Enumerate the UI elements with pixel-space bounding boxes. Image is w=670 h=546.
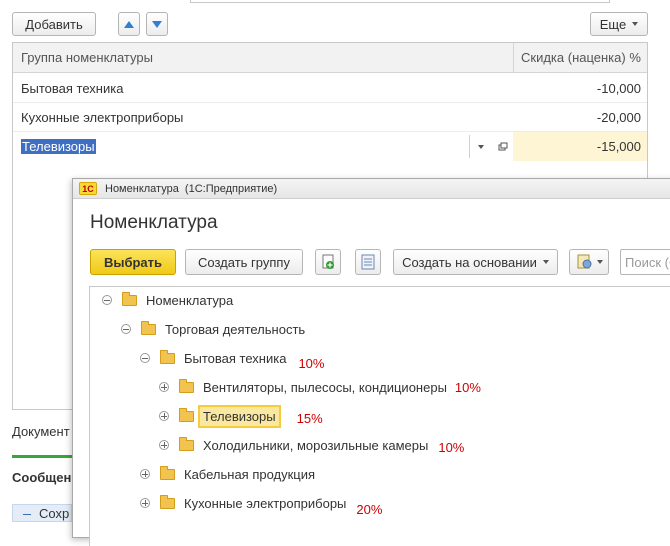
open-form-icon	[498, 142, 508, 151]
copy-add-icon	[322, 254, 334, 269]
tree-node-label: Торговая деятельность	[165, 321, 306, 337]
collapse-icon	[23, 514, 31, 516]
select-button[interactable]: Выбрать	[90, 249, 176, 275]
discount-annotation: 20%	[356, 501, 383, 517]
tree-node-fans[interactable]: Вентиляторы, пылесосы, кондиционеры 10%	[159, 376, 481, 398]
document-label: Документ	[12, 424, 70, 439]
tree-node-label: Вентиляторы, пылесосы, кондиционеры	[203, 379, 447, 395]
message-item[interactable]: Сохр	[12, 504, 72, 522]
collapse-icon[interactable]	[140, 353, 150, 363]
table-row-selected[interactable]: Телевизоры -15,000	[13, 132, 647, 161]
chevron-down-icon	[596, 260, 603, 264]
add-button[interactable]: Добавить	[12, 12, 96, 36]
search-placeholder: Поиск (Ctrl+F)	[625, 255, 670, 270]
dialog-heading: Номенклатура	[90, 212, 218, 233]
open-button[interactable]	[491, 135, 513, 158]
search-input[interactable]: Поиск (Ctrl+F)	[620, 249, 670, 275]
copy-button[interactable]	[315, 249, 341, 275]
table-row[interactable]: Бытовая техника -10,000	[13, 74, 647, 103]
tree-node-label: Кабельная продукция	[184, 466, 316, 482]
cell-discount: -20,000	[596, 110, 641, 125]
dropdown-button[interactable]	[469, 135, 489, 158]
report-icon	[577, 254, 591, 269]
message-item-label: Сохр	[39, 506, 70, 521]
cell-group-name: Кухонные электроприборы	[21, 110, 184, 125]
more-button[interactable]: Еще	[590, 12, 648, 36]
cell-discount: -10,000	[596, 81, 641, 96]
more-button-label: Еще	[599, 16, 627, 32]
discount-annotation: 10%	[454, 379, 481, 395]
tree-node-appliances[interactable]: Бытовая техника 10%	[140, 347, 325, 371]
arrow-up-icon	[124, 20, 134, 28]
tree-node-root[interactable]: Номенклатура	[102, 289, 233, 311]
chevron-down-icon	[632, 22, 639, 26]
messages-divider	[12, 455, 72, 458]
reports-button[interactable]	[569, 249, 609, 275]
nomenclature-dialog: 1С Номенклатура (1С:Предприятие) Номенкл…	[72, 178, 670, 546]
discount-annotation: 15%	[296, 410, 323, 426]
cell-group-name: Бытовая техника	[21, 81, 124, 96]
tree-node-label: Холодильники, морозильные камеры	[203, 437, 429, 453]
move-up-button[interactable]	[118, 12, 140, 36]
tree-node-trade[interactable]: Торговая деятельность	[121, 318, 305, 340]
discount-cell-selected[interactable]: -15,000	[513, 132, 647, 161]
window-title: Номенклатура (1С:Предприятие)	[105, 183, 278, 195]
list-button[interactable]	[355, 249, 381, 275]
expand-icon[interactable]	[159, 382, 169, 392]
folder-icon	[160, 465, 175, 480]
table-header: Группа номенклатуры Скидка (наценка) %	[13, 43, 647, 73]
collapse-icon[interactable]	[102, 295, 112, 305]
discount-annotation: 10%	[438, 439, 465, 455]
collapse-icon[interactable]	[121, 324, 131, 334]
arrow-down-icon	[152, 20, 162, 28]
expand-icon[interactable]	[140, 469, 150, 479]
move-down-button[interactable]	[146, 12, 168, 36]
list-icon	[361, 254, 375, 270]
messages-title: Сообщен	[12, 470, 72, 485]
folder-icon	[122, 291, 137, 306]
group-edit-field[interactable]: Телевизоры	[13, 132, 513, 161]
folder-icon	[160, 349, 175, 364]
group-edit-value[interactable]: Телевизоры	[21, 139, 96, 154]
cell-discount: -15,000	[596, 139, 641, 154]
column-header-group[interactable]: Группа номенклатуры	[21, 43, 153, 73]
tree-node-label: Кухонные электроприборы	[184, 495, 347, 511]
table-row[interactable]: Кухонные электроприборы -20,000	[13, 103, 647, 132]
folder-icon	[141, 320, 156, 335]
tree-node-tv[interactable]: Телевизоры 15%	[159, 404, 323, 428]
create-group-button[interactable]: Создать группу	[185, 249, 303, 275]
folder-icon	[160, 494, 175, 509]
folder-icon	[179, 436, 194, 451]
top-field-remnant	[190, 0, 610, 3]
expand-icon[interactable]	[140, 498, 150, 508]
tree-node-cables[interactable]: Кабельная продукция	[140, 463, 315, 485]
dialog-titlebar[interactable]: 1С Номенклатура (1С:Предприятие)	[73, 179, 670, 199]
tree-node-label-selected: Телевизоры	[198, 404, 281, 428]
tree-node-label: Номенклатура	[146, 292, 234, 308]
create-based-on-button[interactable]: Создать на основании	[393, 249, 558, 275]
folder-icon	[179, 407, 194, 422]
chevron-down-icon	[542, 260, 549, 264]
column-header-discount[interactable]: Скидка (наценка) %	[521, 43, 641, 73]
nomenclature-tree: Номенклатура Торговая деятельность Бытов…	[89, 286, 670, 546]
tree-node-label: Бытовая техника	[184, 350, 287, 366]
app-logo-icon: 1С	[79, 182, 97, 195]
tree-node-kitchen[interactable]: Кухонные электроприборы 20%	[140, 492, 383, 517]
expand-icon[interactable]	[159, 440, 169, 450]
create-based-on-label: Создать на основании	[402, 254, 537, 270]
discount-annotation: 10%	[298, 355, 325, 371]
tree-node-fridges[interactable]: Холодильники, морозильные камеры 10%	[159, 434, 464, 456]
chevron-down-icon	[478, 145, 484, 149]
column-divider	[513, 43, 514, 73]
expand-icon[interactable]	[159, 411, 169, 421]
folder-icon	[179, 378, 194, 393]
